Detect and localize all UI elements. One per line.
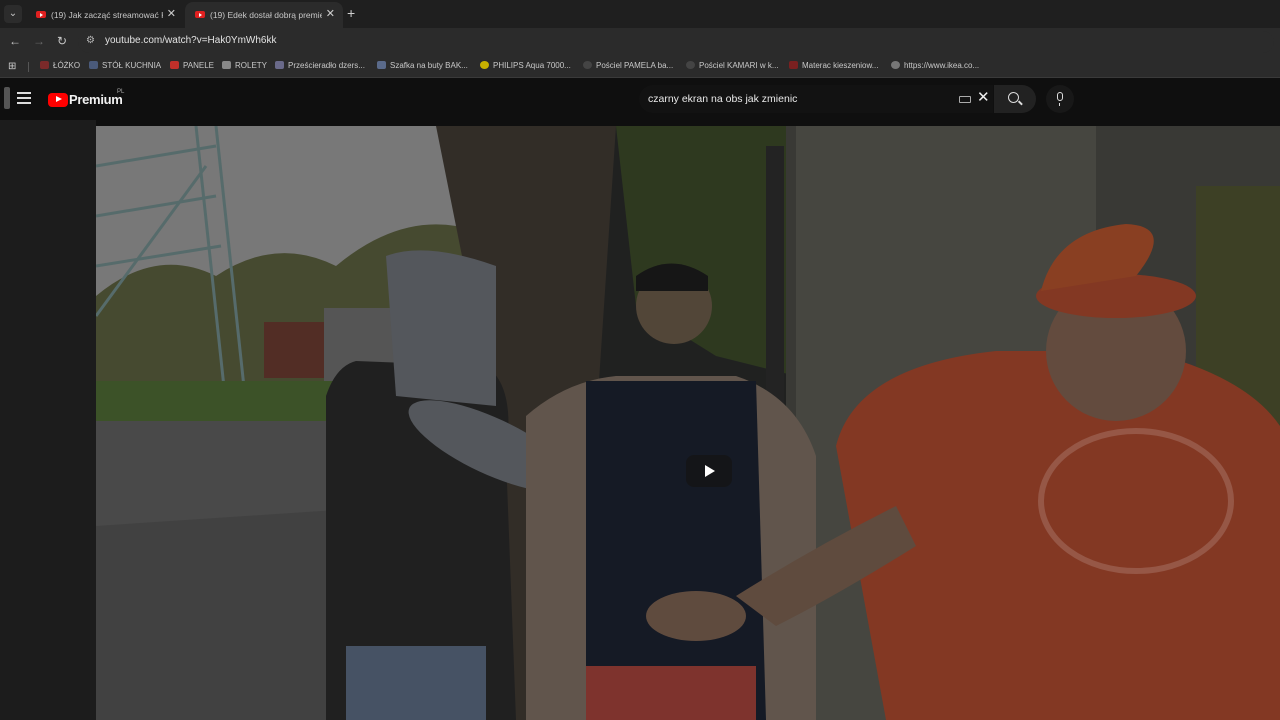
bookmark-item[interactable]: Prześcieradło dzers... bbox=[275, 61, 365, 70]
youtube-favicon-icon bbox=[36, 11, 46, 19]
bookmarks-bar: ⊞ ŁÓŻKO STÓŁ KUCHNIA PANELE ROLETY Prześ… bbox=[0, 56, 1280, 78]
play-button-icon[interactable] bbox=[686, 455, 732, 487]
new-tab-button[interactable]: + bbox=[347, 5, 355, 21]
tab-strip: ⌄ (19) Jak zacząć streamować Ko... ✕ (19… bbox=[0, 0, 1280, 28]
url-text[interactable]: youtube.com/watch?v=Hak0YmWh6kk bbox=[105, 35, 276, 46]
voice-search-button[interactable] bbox=[1046, 85, 1074, 113]
bookmark-favicon-icon bbox=[583, 61, 592, 69]
bookmark-item[interactable]: PANELE bbox=[170, 61, 214, 70]
bookmark-item[interactable]: Pościel KAMARI w k... bbox=[686, 61, 779, 70]
tab-title: (19) Edek dostał dobrą premie bbox=[210, 9, 322, 20]
bookmark-favicon-icon bbox=[789, 61, 798, 69]
bookmark-item[interactable]: Pościel PAMELA ba... bbox=[583, 61, 673, 70]
bookmark-item[interactable]: ROLETY bbox=[222, 61, 267, 70]
youtube-premium-logo[interactable]: Premium PL bbox=[48, 89, 125, 109]
tab-close-icon[interactable]: ✕ bbox=[326, 2, 335, 26]
tab-title: (19) Jak zacząć streamować Ko... bbox=[51, 9, 163, 20]
bookmark-favicon-icon bbox=[222, 61, 231, 69]
browser-tab-active[interactable]: (19) Edek dostał dobrą premie ✕ bbox=[185, 2, 343, 28]
bookmark-item[interactable]: STÓŁ KUCHNIA bbox=[89, 61, 161, 70]
bookmark-item[interactable]: PHILIPS Aqua 7000... bbox=[480, 61, 571, 70]
youtube-play-logo-icon bbox=[48, 92, 68, 107]
clear-search-icon[interactable]: ✕ bbox=[977, 90, 990, 106]
video-player[interactable] bbox=[96, 126, 1280, 720]
site-info-icon[interactable]: ⚙ bbox=[86, 35, 95, 46]
bookmarks-divider bbox=[28, 62, 29, 72]
globe-icon bbox=[891, 61, 900, 69]
bookmark-favicon-icon bbox=[40, 61, 49, 69]
country-code: PL bbox=[117, 89, 125, 95]
bookmark-item[interactable]: https://www.ikea.co... bbox=[891, 61, 979, 70]
bookmark-item[interactable]: ŁÓŻKO bbox=[40, 61, 80, 70]
search-input[interactable]: czarny ekran na obs jak zmienic bbox=[648, 93, 797, 105]
browser-toolbar: ← → ↻ ⚙ youtube.com/watch?v=Hak0YmWh6kk bbox=[0, 28, 1280, 56]
bookmark-item[interactable]: Szafka na buty BAK... bbox=[377, 61, 468, 70]
left-panel bbox=[0, 120, 96, 720]
search-box[interactable]: czarny ekran na obs jak zmienic ✕ bbox=[639, 85, 993, 113]
address-bar[interactable]: ⚙ youtube.com/watch?v=Hak0YmWh6kk bbox=[78, 31, 1274, 53]
reload-icon[interactable]: ↻ bbox=[57, 34, 67, 48]
scroll-handle[interactable] bbox=[4, 87, 10, 109]
video-frame-image bbox=[96, 126, 1280, 720]
browser-tab[interactable]: (19) Jak zacząć streamować Ko... ✕ bbox=[26, 2, 184, 28]
menu-icon[interactable] bbox=[17, 92, 31, 104]
youtube-header: Premium PL czarny ekran na obs jak zmien… bbox=[0, 79, 1280, 120]
youtube-favicon-icon bbox=[195, 11, 205, 19]
apps-grid-icon[interactable]: ⊞ bbox=[8, 61, 16, 72]
bookmark-favicon-icon bbox=[480, 61, 489, 69]
bookmark-favicon-icon bbox=[377, 61, 386, 69]
bookmark-favicon-icon bbox=[275, 61, 284, 69]
tab-close-icon[interactable]: ✕ bbox=[167, 2, 176, 26]
bookmark-favicon-icon bbox=[170, 61, 179, 69]
back-arrow-icon[interactable]: ← bbox=[9, 34, 21, 48]
search-button[interactable] bbox=[994, 85, 1036, 113]
logo-text: Premium bbox=[69, 92, 123, 108]
bookmark-item[interactable]: Materac kieszeniow... bbox=[789, 61, 878, 70]
forward-arrow-icon[interactable]: → bbox=[33, 34, 45, 48]
search-icon bbox=[1008, 92, 1019, 103]
keyboard-icon[interactable] bbox=[959, 96, 971, 103]
bookmark-favicon-icon bbox=[89, 61, 98, 69]
tab-search-chevron-icon[interactable]: ⌄ bbox=[4, 5, 22, 23]
bookmark-favicon-icon bbox=[686, 61, 695, 69]
microphone-icon bbox=[1057, 92, 1063, 106]
